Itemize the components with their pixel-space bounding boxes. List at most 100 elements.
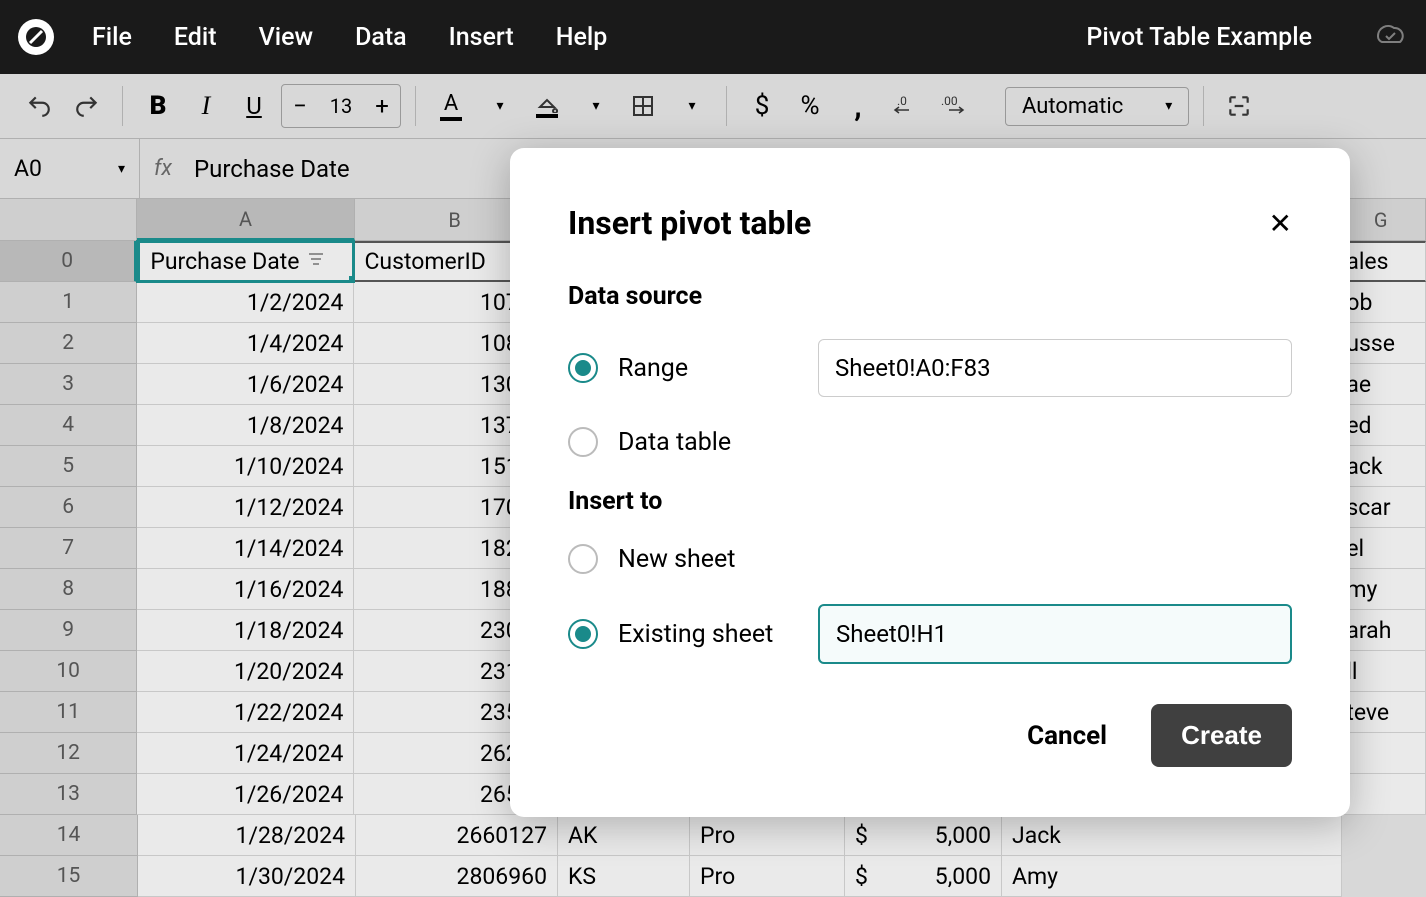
borders-button[interactable]: [622, 85, 664, 127]
data-table-label: Data table: [618, 428, 798, 457]
chevron-down-icon: ▾: [1165, 98, 1172, 114]
row-header[interactable]: 2: [0, 323, 137, 364]
radio-new-sheet[interactable]: [568, 544, 598, 574]
new-sheet-label: New sheet: [618, 545, 798, 574]
increase-decimal-button[interactable]: .00: [933, 85, 975, 127]
menu-help[interactable]: Help: [556, 23, 608, 52]
borders-dropdown[interactable]: ▾: [670, 85, 712, 127]
radio-range[interactable]: [568, 353, 598, 383]
comma-button[interactable]: ,: [837, 85, 879, 127]
cell[interactable]: 1/2/2024: [137, 282, 354, 323]
row-header[interactable]: 13: [0, 774, 137, 815]
bold-button[interactable]: B: [137, 85, 179, 127]
row-header[interactable]: 9: [0, 610, 137, 651]
radio-data-table[interactable]: [568, 427, 598, 457]
cell-reference-value: A0: [14, 155, 42, 182]
expand-button[interactable]: [1218, 85, 1260, 127]
fill-color-dropdown[interactable]: ▾: [574, 85, 616, 127]
separator: [1203, 86, 1204, 126]
number-format-dropdown[interactable]: Automatic ▾: [1005, 87, 1189, 126]
cell[interactable]: 1/18/2024: [137, 610, 354, 651]
cell[interactable]: Purchase Date: [137, 241, 354, 282]
fill-color-button[interactable]: [526, 85, 568, 127]
row-header[interactable]: 12: [0, 733, 137, 774]
text-color-dropdown[interactable]: ▾: [478, 85, 520, 127]
chevron-down-icon: ▾: [118, 161, 125, 177]
app-logo[interactable]: [18, 19, 54, 55]
data-source-label: Data source: [568, 282, 1292, 311]
document-title: Pivot Table Example: [1086, 23, 1312, 52]
currency-button[interactable]: $: [741, 85, 783, 127]
cell[interactable]: 1/8/2024: [137, 405, 354, 446]
row-header[interactable]: 1: [0, 282, 137, 323]
underline-button[interactable]: U: [233, 85, 275, 127]
font-size-control: − 13 +: [281, 84, 401, 128]
column-header-a[interactable]: A: [137, 199, 354, 241]
cell[interactable]: 1/22/2024: [137, 692, 354, 733]
font-size-value[interactable]: 13: [318, 94, 364, 118]
row-header[interactable]: 14: [0, 815, 138, 856]
cloud-sync-icon[interactable]: [1374, 22, 1408, 52]
cancel-button[interactable]: Cancel: [1007, 707, 1127, 765]
close-button[interactable]: ✕: [1269, 207, 1292, 240]
svg-text:.00: .00: [941, 94, 958, 108]
cell[interactable]: $5,000: [845, 815, 1002, 856]
row-header[interactable]: 0: [0, 241, 137, 282]
radio-existing-sheet[interactable]: [568, 619, 598, 649]
menu-file[interactable]: File: [92, 23, 132, 52]
row-header[interactable]: 6: [0, 487, 137, 528]
row-header[interactable]: 8: [0, 569, 137, 610]
font-size-increase[interactable]: +: [364, 85, 400, 127]
existing-sheet-label: Existing sheet: [618, 620, 798, 649]
cell[interactable]: AK: [558, 815, 690, 856]
row-header[interactable]: 3: [0, 364, 137, 405]
modal-title: Insert pivot table: [568, 204, 811, 242]
cell[interactable]: 1/28/2024: [138, 815, 356, 856]
range-label: Range: [618, 354, 798, 383]
cell[interactable]: 1/16/2024: [137, 569, 354, 610]
menubar: File Edit View Data Insert Help Pivot Ta…: [0, 0, 1426, 74]
number-format-value: Automatic: [1022, 94, 1123, 119]
cell[interactable]: 1/10/2024: [137, 446, 354, 487]
italic-button[interactable]: I: [185, 85, 227, 127]
row-header[interactable]: 10: [0, 651, 137, 692]
redo-button[interactable]: [66, 85, 108, 127]
separator: [726, 86, 727, 126]
cell[interactable]: 1/24/2024: [137, 733, 354, 774]
table-row: 141/28/20242660127AKPro$5,000Jack: [0, 815, 1426, 856]
separator: [415, 86, 416, 126]
text-color-button[interactable]: A: [430, 85, 472, 127]
decrease-decimal-button[interactable]: .0: [885, 85, 927, 127]
cell[interactable]: 1/26/2024: [137, 774, 354, 815]
font-size-decrease[interactable]: −: [282, 85, 318, 127]
existing-sheet-input[interactable]: [818, 604, 1292, 664]
undo-button[interactable]: [18, 85, 60, 127]
row-header[interactable]: 5: [0, 446, 137, 487]
cell[interactable]: 1/12/2024: [137, 487, 354, 528]
row-header[interactable]: 11: [0, 692, 137, 733]
svg-text:.0: .0: [897, 94, 907, 108]
range-input[interactable]: [818, 339, 1292, 397]
menu-insert[interactable]: Insert: [449, 23, 514, 52]
fx-label: fx: [140, 156, 186, 181]
menu-view[interactable]: View: [259, 23, 313, 52]
cell[interactable]: 1/4/2024: [137, 323, 354, 364]
cell[interactable]: 1/20/2024: [137, 651, 354, 692]
cell-reference-box[interactable]: A0 ▾: [0, 139, 140, 198]
menu-items: File Edit View Data Insert Help: [92, 23, 607, 52]
create-button[interactable]: Create: [1151, 704, 1292, 767]
menu-edit[interactable]: Edit: [174, 23, 217, 52]
cell[interactable]: Jack: [1002, 815, 1342, 856]
cell[interactable]: 1/14/2024: [137, 528, 354, 569]
cell[interactable]: Pro: [690, 815, 845, 856]
filter-icon[interactable]: [307, 248, 325, 275]
percent-button[interactable]: %: [789, 85, 831, 127]
cell[interactable]: 2660127: [356, 815, 558, 856]
select-all-corner[interactable]: [0, 199, 137, 241]
row-header[interactable]: 4: [0, 405, 137, 446]
logo-icon: [24, 25, 48, 49]
menu-data[interactable]: Data: [355, 23, 407, 52]
insert-pivot-table-modal: Insert pivot table ✕ Data source Range D…: [510, 148, 1350, 817]
cell[interactable]: 1/6/2024: [137, 364, 354, 405]
row-header[interactable]: 7: [0, 528, 137, 569]
